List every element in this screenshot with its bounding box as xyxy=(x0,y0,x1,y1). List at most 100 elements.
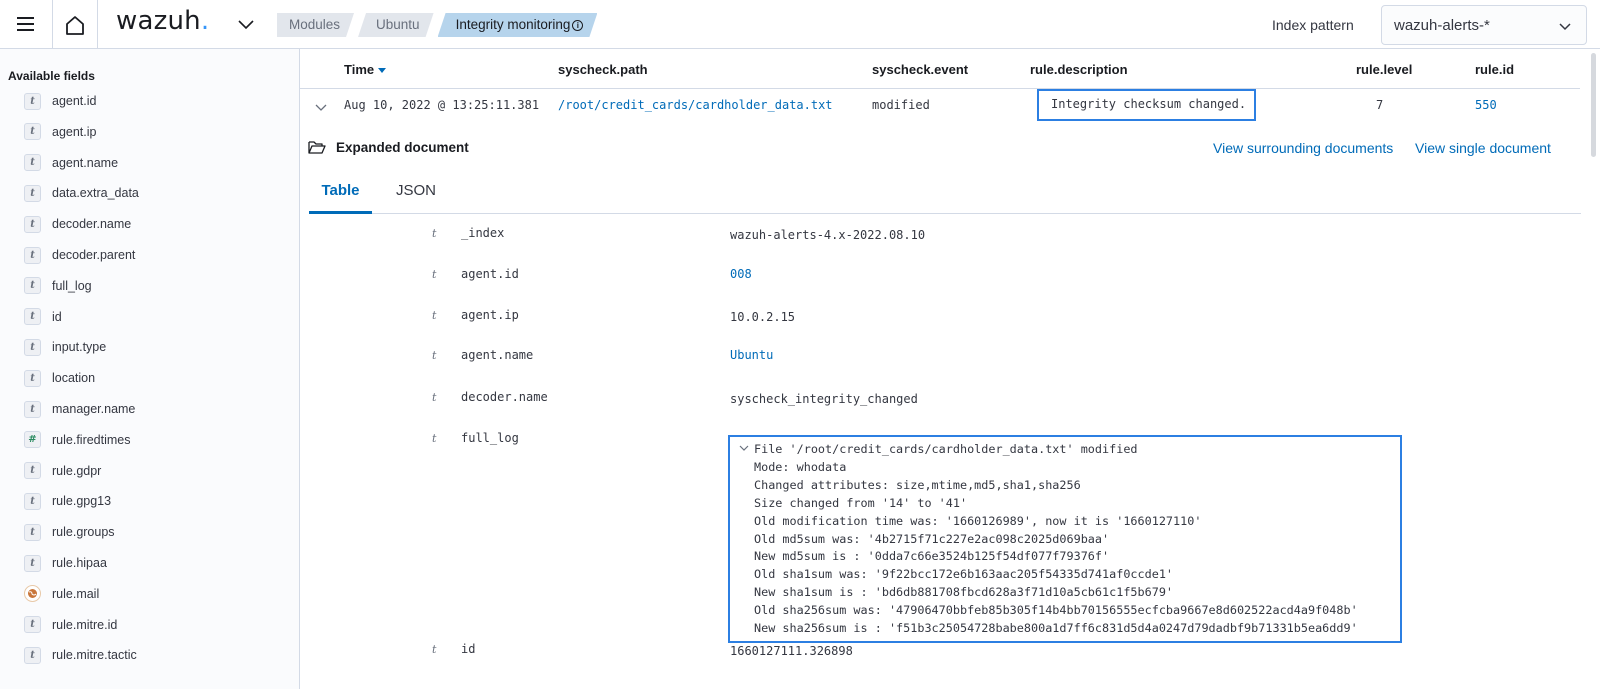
expanded-document-header: Expanded document xyxy=(308,139,469,155)
sidebar-field-name: rule.mail xyxy=(52,586,100,601)
doc-field-value: wazuh-alerts-4.x-2022.08.10 xyxy=(730,228,926,242)
expanded-document-label: Expanded document xyxy=(336,139,469,155)
breadcrumb-agent[interactable]: Ubuntu xyxy=(358,13,434,37)
full-log-text: New md5sum is : '0dda7c66e3524b125f54df0… xyxy=(754,549,1110,564)
chevron-down-icon[interactable] xyxy=(236,14,256,34)
chevron-down-icon[interactable] xyxy=(739,440,749,458)
field-type-string-icon: t xyxy=(24,554,41,572)
breadcrumb-modules[interactable]: Modules xyxy=(277,13,354,37)
scrollbar[interactable] xyxy=(1587,49,1600,689)
cell-time: Aug 10, 2022 @ 13:25:11.381 xyxy=(344,98,540,112)
sidebar-field-decoder-name[interactable]: t decoder.name xyxy=(24,214,131,234)
sidebar-field-name: decoder.name xyxy=(52,217,132,232)
sidebar-field-id[interactable]: t id xyxy=(24,307,62,327)
sidebar-field-name: agent.ip xyxy=(52,124,97,139)
full-log-line: Mode: whodata xyxy=(739,459,1400,477)
field-type-string-icon: t xyxy=(432,391,437,404)
full-log-text: New sha256sum is : 'f51b3c25054728babe80… xyxy=(754,621,1358,636)
field-type-string-icon: t xyxy=(24,246,41,264)
doc-field-key: agent.name xyxy=(461,348,534,362)
info-icon[interactable]: i xyxy=(572,20,583,31)
column-header-syscheck-path[interactable]: syscheck.path xyxy=(558,62,648,77)
tab-json[interactable]: JSON xyxy=(383,170,449,214)
sidebar-field-input-type[interactable]: t input.type xyxy=(24,337,106,357)
field-type-string-icon: t xyxy=(24,215,41,233)
full-log-line: Size changed from '14' to '41' xyxy=(739,495,1400,513)
column-header-rule-level[interactable]: rule.level xyxy=(1356,62,1412,77)
sidebar-field-decoder-parent[interactable]: t decoder.parent xyxy=(24,245,135,265)
breadcrumb-current[interactable]: Integrity monitoring i xyxy=(438,13,598,37)
full-log-line: Changed attributes: size,mtime,md5,sha1,… xyxy=(739,477,1400,495)
column-header-syscheck-event[interactable]: syscheck.event xyxy=(872,62,968,77)
full-log-text: Old sha256sum was: '47906470bbfeb85b305f… xyxy=(754,603,1358,618)
field-type-string-icon: t xyxy=(24,277,41,295)
field-type-string-icon: t xyxy=(24,184,41,202)
hamburger-menu-icon[interactable] xyxy=(10,10,40,38)
sidebar-field-name: agent.name xyxy=(52,155,119,170)
field-type-string-icon: t xyxy=(432,227,437,240)
sidebar-field-rule-mail[interactable]: rule.mail xyxy=(24,584,99,604)
field-type-string-icon: t xyxy=(432,309,437,322)
sidebar-field-data-extra-data[interactable]: t data.extra_data xyxy=(24,183,139,203)
scrollbar-thumb[interactable] xyxy=(1591,53,1596,157)
document-tabs: Table JSON xyxy=(309,170,1581,214)
field-type-string-icon: t xyxy=(24,92,41,110)
column-header-time[interactable]: Time xyxy=(344,62,387,77)
header-divider xyxy=(300,88,1580,89)
sidebar-field-rule-mitre-id[interactable]: t rule.mitre.id xyxy=(24,615,117,635)
doc-field-value: 1660127111.326898 xyxy=(730,644,853,658)
field-type-string-icon: t xyxy=(24,369,41,387)
sidebar-field-name: rule.gpg13 xyxy=(52,494,112,509)
full-log-line: File '/root/credit_cards/cardholder_data… xyxy=(739,440,1400,459)
field-type-string-icon: t xyxy=(432,268,437,281)
folder-open-icon xyxy=(308,141,326,154)
field-type-string-icon: t xyxy=(24,462,41,480)
sidebar-field-rule-gpg13[interactable]: t rule.gpg13 xyxy=(24,491,111,511)
sidebar-field-name: full_log xyxy=(52,278,92,293)
full-log-text: Mode: whodata xyxy=(754,459,847,474)
sidebar-field-rule-hipaa[interactable]: t rule.hipaa xyxy=(24,553,107,573)
sidebar-field-name: rule.mitre.id xyxy=(52,617,118,632)
sidebar-field-rule-firedtimes[interactable]: # rule.firedtimes xyxy=(24,430,131,450)
sidebar-field-name: rule.gdpr xyxy=(52,463,102,478)
field-type-string-icon: t xyxy=(24,154,41,172)
tab-table[interactable]: Table xyxy=(309,170,372,214)
sidebar-field-name: agent.id xyxy=(52,94,97,108)
sidebar-field-agent-name[interactable]: t agent.name xyxy=(24,153,118,173)
sidebar-field-agent-id[interactable]: t agent.id xyxy=(24,91,96,111)
field-type-string-icon: t xyxy=(24,123,41,141)
column-header-rule-description[interactable]: rule.description xyxy=(1030,62,1128,77)
index-pattern-select[interactable]: wazuh-alerts-* xyxy=(1381,5,1587,45)
full-log-value: File '/root/credit_cards/cardholder_data… xyxy=(728,435,1402,643)
view-surrounding-documents-link[interactable]: View surrounding documents xyxy=(1213,140,1393,156)
sidebar-field-name: rule.firedtimes xyxy=(52,432,131,447)
sidebar-field-name: input.type xyxy=(52,340,107,355)
full-log-line: Old md5sum was: '4b2715f71c227e2ac098c20… xyxy=(739,531,1400,549)
wazuh-logo[interactable]: wazuh. xyxy=(116,6,209,36)
sidebar-field-rule-gdpr[interactable]: t rule.gdpr xyxy=(24,461,101,481)
field-type-string-icon: t xyxy=(24,646,41,664)
sidebar-field-agent-ip[interactable]: t agent.ip xyxy=(24,122,96,142)
sort-descending-icon[interactable] xyxy=(378,68,387,74)
sidebar-field-full-log[interactable]: t full_log xyxy=(24,276,92,296)
collapse-row-chevron-icon[interactable] xyxy=(314,100,330,112)
breadcrumb-current-label: Integrity monitoring xyxy=(455,17,571,32)
field-type-string-icon: t xyxy=(24,616,41,634)
cell-rule-description: Integrity checksum changed. xyxy=(1037,89,1256,121)
view-single-document-link[interactable]: View single document xyxy=(1415,140,1551,156)
full-log-text: Old modification time was: '1660126989',… xyxy=(754,513,1202,528)
full-log-text: Old sha1sum was: '9f22bcc172e6b163aac205… xyxy=(754,567,1174,582)
sidebar-field-rule-mitre-tactic[interactable]: t rule.mitre.tactic xyxy=(24,645,137,665)
column-header-rule-id[interactable]: rule.id xyxy=(1475,62,1514,77)
sidebar-field-manager-name[interactable]: t manager.name xyxy=(24,399,135,419)
available-fields-title: Available fields xyxy=(8,69,95,83)
doc-field-value[interactable]: 008 xyxy=(730,267,752,281)
cell-syscheck-path[interactable]: /root/credit_cards/cardholder_data.txt xyxy=(558,98,833,112)
doc-field-value[interactable]: Ubuntu xyxy=(730,348,773,362)
home-icon[interactable] xyxy=(52,0,98,49)
full-log-text: Size changed from '14' to '41' xyxy=(754,495,968,510)
cell-rule-id[interactable]: 550 xyxy=(1475,98,1497,112)
sidebar-field-rule-groups[interactable]: t rule.groups xyxy=(24,522,115,542)
full-log-text: Old md5sum was: '4b2715f71c227e2ac098c20… xyxy=(754,531,1110,546)
sidebar-field-location[interactable]: t location xyxy=(24,368,95,388)
